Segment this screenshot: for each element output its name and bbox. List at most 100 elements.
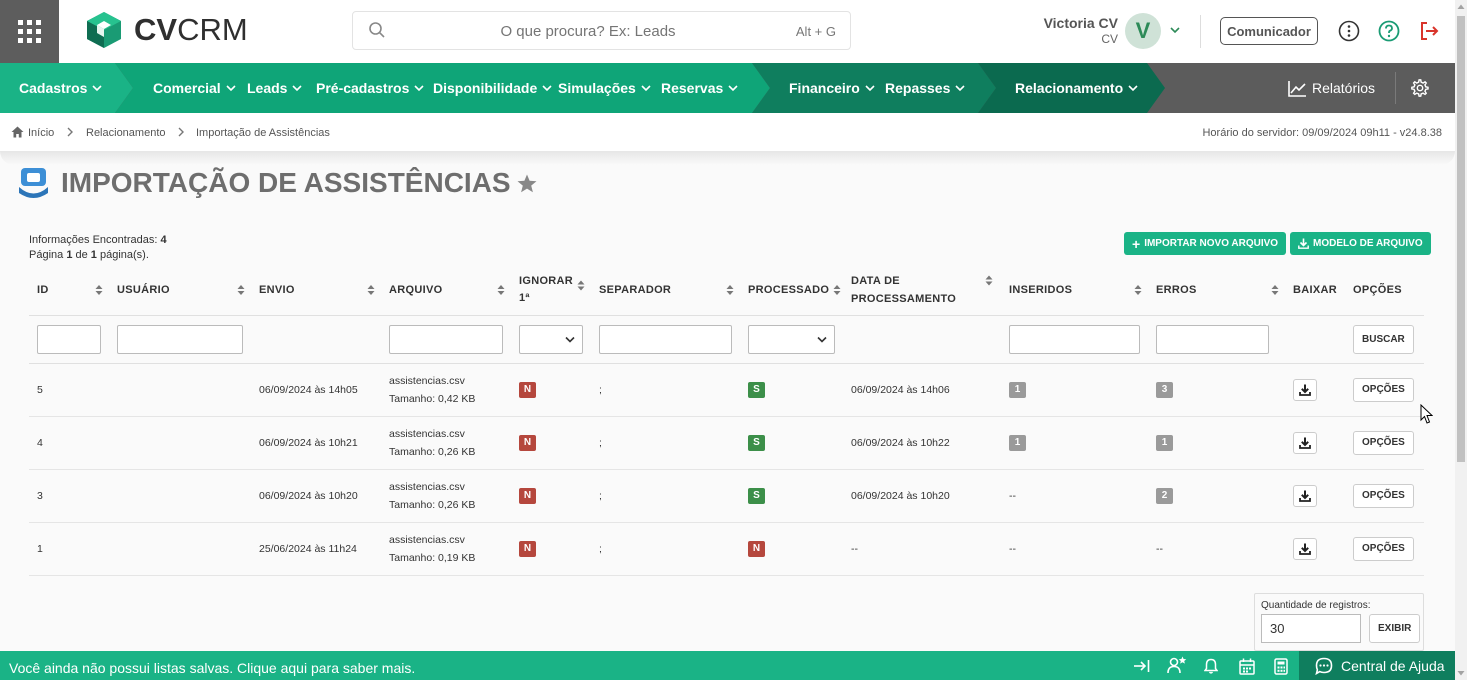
chevron-down-icon <box>728 85 738 92</box>
ignorar-badge: N <box>519 540 536 557</box>
filter-separador-input[interactable] <box>599 324 732 354</box>
filter-inseridos-input[interactable] <box>1009 324 1140 354</box>
user-star-icon[interactable] <box>1167 656 1187 674</box>
col-envio[interactable]: ENVIO <box>251 266 381 316</box>
help-center-button[interactable]: Central de Ajuda <box>1299 651 1455 680</box>
breadcrumb-home[interactable]: Início <box>28 127 54 139</box>
col-usuario[interactable]: USUÁRIO <box>109 266 251 316</box>
cell-erros: -- <box>1148 522 1285 576</box>
download-icon <box>1299 384 1311 396</box>
file-name: assistencias.csv <box>389 374 465 387</box>
chevron-right-icon <box>178 127 184 137</box>
cell-data-processamento: 06/09/2024 às 10h20 <box>843 469 1001 523</box>
options-button[interactable]: OPÇÕES <box>1353 483 1414 508</box>
records-per-page-input[interactable]: 30 <box>1261 614 1361 643</box>
col-data-processamento[interactable]: DATA DE PROCESSAMENTO <box>843 266 1001 316</box>
download-button[interactable] <box>1293 431 1317 454</box>
nav-disponibilidade[interactable]: Disponibilidade <box>433 63 552 113</box>
gear-icon[interactable] <box>1411 79 1429 97</box>
cell-envio: 06/09/2024 às 10h20 <box>251 469 381 523</box>
inseridos-badge: 1 <box>1009 434 1026 451</box>
comunicador-button[interactable]: Comunicador <box>1220 17 1318 45</box>
file-model-button[interactable]: MODELO DE ARQUIVO <box>1290 232 1431 255</box>
processado-badge: S <box>748 434 765 451</box>
download-button[interactable] <box>1293 537 1317 560</box>
help-icon[interactable] <box>1378 20 1400 42</box>
breadcrumb-section[interactable]: Relacionamento <box>86 127 166 139</box>
home-icon[interactable] <box>11 126 24 138</box>
nav-reservas[interactable]: Reservas <box>661 63 738 113</box>
filter-id-input[interactable] <box>37 324 101 354</box>
nav-relacionamento[interactable]: Relacionamento <box>1015 63 1138 113</box>
filter-processado-select[interactable] <box>748 324 835 354</box>
col-processado[interactable]: PROCESSADO <box>740 266 843 316</box>
filter-ignorar-select[interactable] <box>519 324 583 354</box>
table-header-row: ID USUÁRIO ENVIO ARQUIVO IGNORAR 1ª SEPA… <box>29 266 1424 316</box>
nav-pre-cadastros[interactable]: Pré-cadastros <box>316 63 424 113</box>
sort-icon <box>577 280 585 291</box>
col-baixar: BAIXAR <box>1285 266 1345 316</box>
options-button[interactable]: OPÇÕES <box>1353 377 1414 402</box>
global-search[interactable]: Alt + G <box>352 11 851 50</box>
scrollbar-thumb[interactable] <box>1457 16 1465 462</box>
download-button[interactable] <box>1293 484 1317 507</box>
col-separador[interactable]: SEPARADOR <box>591 266 740 316</box>
favorite-star-icon[interactable] <box>517 174 537 193</box>
sort-icon <box>833 285 841 296</box>
logo[interactable]: CVCRM <box>84 9 248 51</box>
col-arquivo[interactable]: ARQUIVO <box>381 266 511 316</box>
nav-leads[interactable]: Leads <box>247 63 303 113</box>
cell-usuario <box>109 522 251 576</box>
calendar-icon[interactable] <box>1239 658 1255 675</box>
more-options-icon[interactable] <box>1338 20 1360 42</box>
app-grid-icon[interactable] <box>0 0 59 63</box>
file-name: assistencias.csv <box>389 533 465 546</box>
nav-cadastros[interactable]: Cadastros <box>19 63 103 113</box>
collapse-right-icon[interactable] <box>1133 658 1151 674</box>
scroll-up-icon[interactable] <box>1457 3 1465 11</box>
import-new-file-button[interactable]: + IMPORTAR NOVO ARQUIVO <box>1124 232 1287 255</box>
filter-arquivo-input[interactable] <box>389 324 503 354</box>
cell-data-processamento: 06/09/2024 às 14h06 <box>843 363 1001 417</box>
options-button[interactable]: OPÇÕES <box>1353 430 1414 455</box>
cell-data-processamento: 06/09/2024 às 10h22 <box>843 416 1001 470</box>
scroll-down-icon[interactable] <box>1457 669 1465 677</box>
user-info[interactable]: Victoria CV CV <box>1044 15 1118 46</box>
cell-separador: ; <box>591 469 740 523</box>
nav-simulacoes[interactable]: Simulações <box>558 63 651 113</box>
cell-usuario <box>109 363 251 417</box>
search-input[interactable] <box>393 17 783 45</box>
nav-relatorios[interactable]: Relatórios <box>1288 63 1375 113</box>
avatar[interactable]: V <box>1125 13 1161 49</box>
nav-comercial[interactable]: Comercial <box>153 63 236 113</box>
col-id[interactable]: ID <box>29 266 109 316</box>
erros-badge: 1 <box>1156 434 1173 451</box>
vertical-scrollbar[interactable] <box>1455 0 1467 680</box>
logo-cube-icon <box>87 12 121 48</box>
server-time: Horário do servidor: 09/09/2024 09h11 - … <box>1202 127 1442 139</box>
cell-envio: 06/09/2024 às 14h05 <box>251 363 381 417</box>
logout-icon[interactable] <box>1418 20 1440 42</box>
filter-erros-input[interactable] <box>1156 324 1269 354</box>
cell-inseridos: -- <box>1001 522 1148 576</box>
calculator-icon[interactable] <box>1274 658 1288 675</box>
saved-lists-message[interactable]: Você ainda não possui listas salvas. Cli… <box>9 660 415 676</box>
imports-table: ID USUÁRIO ENVIO ARQUIVO IGNORAR 1ª SEPA… <box>29 266 1424 576</box>
cell-arquivo: assistencias.csv Tamanho: 0,26 KB <box>381 469 511 523</box>
chevron-down-icon[interactable] <box>1169 24 1181 36</box>
search-button[interactable]: BUSCAR <box>1353 324 1414 354</box>
filter-usuario-input[interactable] <box>117 324 243 354</box>
sort-icon <box>95 285 103 296</box>
bell-icon[interactable] <box>1204 658 1218 674</box>
col-ignorar[interactable]: IGNORAR 1ª <box>511 266 591 316</box>
col-erros[interactable]: ERROS <box>1148 266 1285 316</box>
records-per-page: Quantidade de registros: 30 EXIBIR <box>1254 593 1424 651</box>
options-button[interactable]: OPÇÕES <box>1353 536 1414 561</box>
show-records-button[interactable]: EXIBIR <box>1369 614 1421 643</box>
nav-financeiro[interactable]: Financeiro <box>789 63 875 113</box>
cell-envio: 06/09/2024 às 10h21 <box>251 416 381 470</box>
page-title: IMPORTAÇÃO DE ASSISTÊNCIAS <box>61 167 511 198</box>
nav-repasses[interactable]: Repasses <box>885 63 965 113</box>
download-button[interactable] <box>1293 378 1317 401</box>
col-inseridos[interactable]: INSERIDOS <box>1001 266 1148 316</box>
